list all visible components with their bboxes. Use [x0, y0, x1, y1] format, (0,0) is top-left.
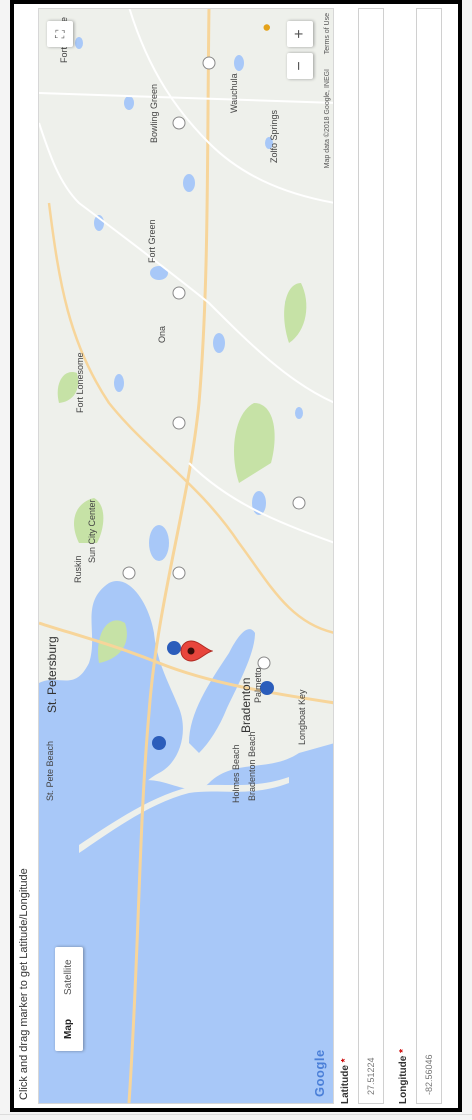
place-label: Holmes Beach [231, 744, 241, 803]
latitude-field: Latitude * 27.51224 [340, 8, 384, 1104]
place-label: Longboat Key [297, 689, 307, 745]
place-label: Wauchula [229, 73, 239, 113]
rotated-panel: Click and drag marker to get Latitude/Lo… [14, 4, 458, 1108]
google-logo: Google [312, 1049, 327, 1097]
place-label: Fort Green [147, 219, 157, 263]
zoom-out-button[interactable]: − [287, 53, 313, 79]
zoom-in-button[interactable]: + [287, 21, 313, 47]
longitude-label: Longitude * [398, 1049, 409, 1104]
place-label: Ruskin [73, 555, 83, 583]
place-label: Fort Lonesome [75, 352, 85, 413]
longitude-label-text: Longitude [398, 1055, 409, 1104]
place-label: Zolfo Springs [269, 109, 279, 163]
longitude-input[interactable]: -82.56046 [416, 8, 442, 1104]
place-label: Palmetto [253, 667, 263, 703]
map-pin-icon[interactable] [179, 639, 213, 663]
place-label: Ona [157, 325, 167, 343]
google-map[interactable]: St. Petersburg St. Pete Beach Bradenton … [38, 8, 334, 1104]
place-label: St. Pete Beach [45, 740, 55, 801]
map-canvas[interactable] [39, 8, 334, 1103]
pegman-icon[interactable]: ● [258, 23, 275, 32]
map-type-map-button[interactable]: Map [55, 1007, 83, 1051]
divider [0, 1114, 472, 1115]
required-mark: * [398, 1048, 409, 1053]
fullscreen-icon[interactable]: ⛶ [47, 21, 73, 47]
place-label: Sun City Center [87, 499, 97, 563]
location-card: Click and drag marker to get Latitude/Lo… [10, 0, 462, 1112]
place-label: Bowling Green [149, 83, 159, 143]
latitude-input[interactable]: 27.51224 [358, 8, 384, 1104]
map-type-control[interactable]: Map Satellite [55, 947, 83, 1051]
latitude-label: Latitude * [340, 1058, 351, 1104]
map-attribution: Map data ©2018 Google, INEGI [324, 69, 331, 169]
longitude-field: Longitude * -82.56046 [398, 8, 442, 1104]
place-label: Bradenton Beach [247, 731, 257, 801]
required-mark: * [340, 1058, 351, 1063]
place-label: St. Petersburg [45, 636, 59, 713]
terms-link[interactable]: Terms of Use [324, 13, 331, 54]
instruction-text: Click and drag marker to get Latitude/Lo… [18, 868, 30, 1100]
map-type-satellite-button[interactable]: Satellite [55, 947, 83, 1007]
place-label: Bradenton [239, 677, 253, 733]
latitude-label-text: Latitude [340, 1065, 351, 1104]
